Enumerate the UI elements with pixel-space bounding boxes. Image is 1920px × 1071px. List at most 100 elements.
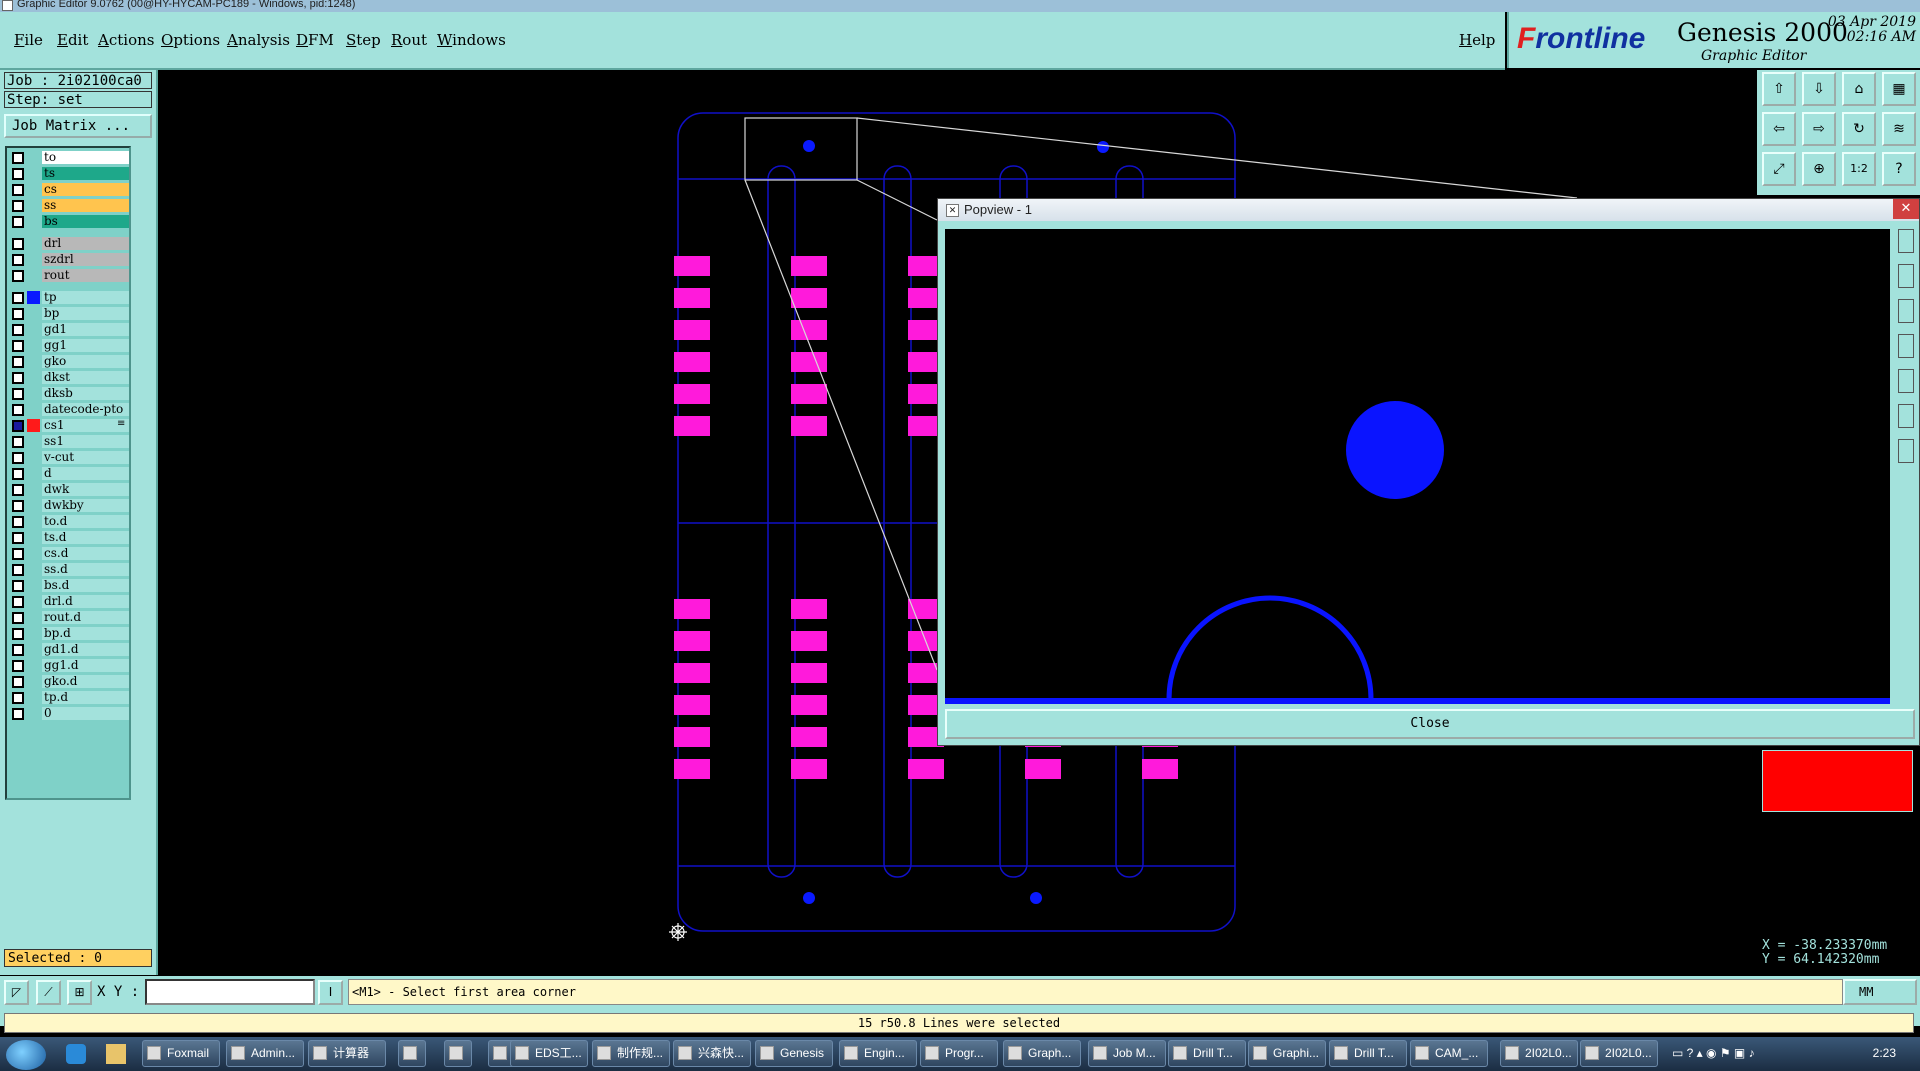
layer-row[interactable]: ss: [9, 198, 129, 213]
popview-tool-icon[interactable]: [1898, 229, 1914, 253]
pan-left-icon[interactable]: ⇦: [1762, 112, 1796, 146]
layer-checkbox[interactable]: [12, 168, 24, 180]
layer-row[interactable]: bs.d: [9, 578, 129, 593]
layer-checkbox[interactable]: [12, 644, 24, 656]
layer-row[interactable]: drl: [9, 236, 129, 251]
menu-edit[interactable]: Edit: [57, 31, 88, 49]
layer-row[interactable]: gg1: [9, 338, 129, 353]
layer-checkbox[interactable]: [12, 692, 24, 704]
taskbar-button[interactable]: Drill T...: [1168, 1040, 1246, 1067]
taskbar-button[interactable]: Progr...: [920, 1040, 998, 1067]
layer-row[interactable]: cs: [9, 182, 129, 197]
home-icon[interactable]: ⌂: [1842, 72, 1876, 106]
layer-checkbox[interactable]: [12, 254, 24, 266]
layer-checkbox[interactable]: [12, 596, 24, 608]
layer-checkbox[interactable]: [12, 468, 24, 480]
menu-help[interactable]: Help: [1459, 31, 1495, 49]
units-selector[interactable]: MM: [1843, 979, 1917, 1005]
taskbar-button[interactable]: 2I02L0...: [1500, 1040, 1578, 1067]
layer-row[interactable]: gko: [9, 354, 129, 369]
popview-canvas[interactable]: [945, 229, 1890, 704]
taskbar-button[interactable]: Drill T...: [1329, 1040, 1407, 1067]
layer-name[interactable]: to: [42, 151, 129, 164]
popview-tool-icon[interactable]: [1898, 299, 1914, 323]
menu-rout[interactable]: Rout: [391, 31, 427, 49]
layer-checkbox[interactable]: [12, 612, 24, 624]
layer-checkbox[interactable]: [12, 152, 24, 164]
job-matrix-button[interactable]: Job Matrix ...: [4, 114, 152, 138]
taskbar-button[interactable]: Job M...: [1088, 1040, 1166, 1067]
snap-icon[interactable]: ≋: [1882, 112, 1916, 146]
text-cursor-icon[interactable]: I: [318, 980, 343, 1005]
redraw-icon[interactable]: ↻: [1842, 112, 1876, 146]
layer-row[interactable]: to.d: [9, 514, 129, 529]
layer-name[interactable]: datecode-pto: [42, 403, 129, 416]
layer-checkbox[interactable]: [12, 532, 24, 544]
layer-checkbox[interactable]: [12, 660, 24, 672]
layer-checkbox[interactable]: [12, 516, 24, 528]
xy-input[interactable]: [145, 979, 315, 1005]
menu-actions[interactable]: Actions: [98, 31, 154, 49]
layer-row[interactable]: bp: [9, 306, 129, 321]
snap-grid-icon[interactable]: ⊞: [67, 980, 92, 1005]
layer-row[interactable]: to: [9, 150, 129, 165]
layer-name[interactable]: drl: [42, 237, 129, 250]
layer-name[interactable]: cs: [42, 183, 129, 196]
layer-name[interactable]: rout.d: [42, 611, 129, 624]
close-icon[interactable]: ✕: [1893, 199, 1919, 219]
layer-checkbox[interactable]: [12, 564, 24, 576]
layer-checkbox[interactable]: [12, 580, 24, 592]
taskbar-button[interactable]: 计算器: [308, 1040, 386, 1067]
layer-checkbox[interactable]: [12, 372, 24, 384]
layer-row[interactable]: szdrl: [9, 252, 129, 267]
layer-name[interactable]: bp: [42, 307, 129, 320]
layer-name[interactable]: bs.d: [42, 579, 129, 592]
layer-row[interactable]: ts: [9, 166, 129, 181]
layer-checkbox[interactable]: [12, 340, 24, 352]
zoom-area-icon[interactable]: ⊕: [1802, 152, 1836, 186]
layer-row[interactable]: tp.d: [9, 690, 129, 705]
grid-icon[interactable]: ▦: [1882, 72, 1916, 106]
layer-name[interactable]: tp: [42, 291, 129, 304]
popview-close-button[interactable]: Close: [945, 709, 1915, 739]
zoom-ratio-button[interactable]: 1:2: [1842, 152, 1876, 186]
layer-name[interactable]: gg1: [42, 339, 129, 352]
menu-step[interactable]: Step: [346, 31, 381, 49]
layer-row[interactable]: gko.d: [9, 674, 129, 689]
layer-name[interactable]: bs: [42, 215, 129, 228]
layer-checkbox[interactable]: [12, 292, 24, 304]
layer-row[interactable]: ss1: [9, 434, 129, 449]
popview-tool-icon[interactable]: [1898, 264, 1914, 288]
zoom-fit-icon[interactable]: ⤢: [1762, 152, 1796, 186]
layer-name[interactable]: ss: [42, 199, 129, 212]
layer-checkbox[interactable]: [12, 436, 24, 448]
layer-checkbox[interactable]: [12, 676, 24, 688]
layer-name[interactable]: gg1.d: [42, 659, 129, 672]
layer-checkbox[interactable]: [12, 404, 24, 416]
layer-name[interactable]: 0: [42, 707, 129, 720]
layer-row[interactable]: gd1: [9, 322, 129, 337]
taskbar-button[interactable]: Admin...: [226, 1040, 304, 1067]
pan-right-icon[interactable]: ⇨: [1802, 112, 1836, 146]
layer-name[interactable]: cs.d: [42, 547, 129, 560]
layer-checkbox[interactable]: [12, 708, 24, 720]
taskbar-button[interactable]: Graph...: [1003, 1040, 1081, 1067]
layer-name[interactable]: drl.d: [42, 595, 129, 608]
layer-row[interactable]: cs.d: [9, 546, 129, 561]
layer-checkbox[interactable]: [12, 184, 24, 196]
layer-name[interactable]: ss1: [42, 435, 129, 448]
layer-row[interactable]: v-cut: [9, 450, 129, 465]
layer-name[interactable]: gd1.d: [42, 643, 129, 656]
layer-row[interactable]: tp: [9, 290, 129, 305]
layer-row[interactable]: ss.d: [9, 562, 129, 577]
layer-name[interactable]: ts.d: [42, 531, 129, 544]
taskbar-button[interactable]: 制作规...: [592, 1040, 670, 1067]
taskbar-button[interactable]: 兴森快...: [673, 1040, 751, 1067]
start-button-icon[interactable]: [6, 1040, 46, 1070]
taskbar-button[interactable]: 2I02L0...: [1580, 1040, 1658, 1067]
layer-checkbox[interactable]: [12, 216, 24, 228]
layer-checkbox[interactable]: [12, 548, 24, 560]
layer-row[interactable]: gd1.d: [9, 642, 129, 657]
layer-name[interactable]: gd1: [42, 323, 129, 336]
popview-tool-icon[interactable]: [1898, 439, 1914, 463]
